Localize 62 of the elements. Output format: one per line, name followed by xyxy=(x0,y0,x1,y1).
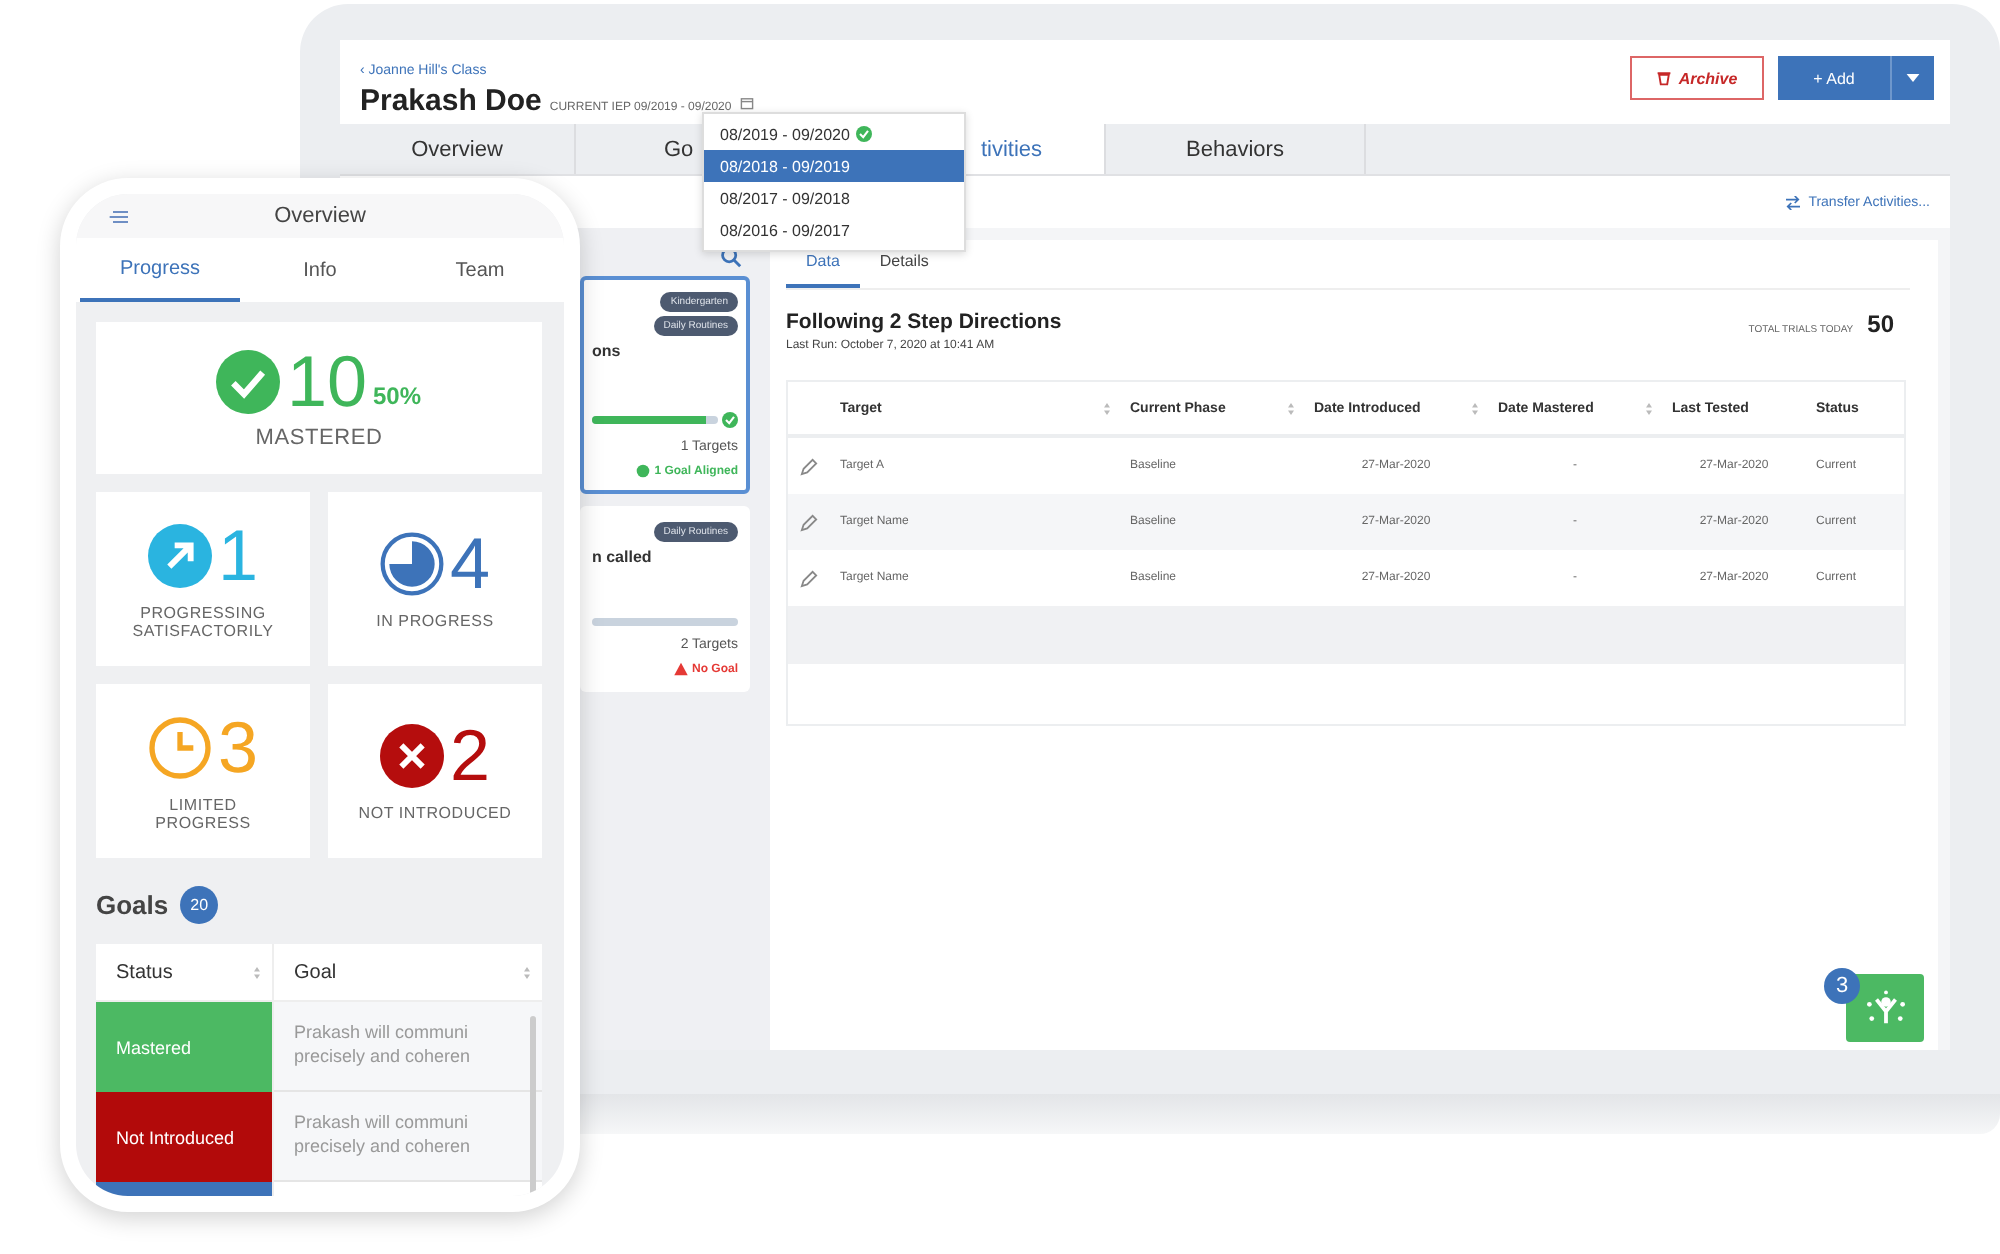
status-dot-icon xyxy=(636,464,651,478)
trash-icon xyxy=(1656,70,1673,86)
student-name: Prakash Doe xyxy=(360,84,542,118)
stat-count: 1 xyxy=(217,519,259,591)
celebration-button[interactable] xyxy=(1846,974,1924,1042)
column-header[interactable]: Goal xyxy=(274,944,542,1000)
stat-count: 3 xyxy=(217,711,259,783)
archive-button[interactable]: Archive xyxy=(1630,56,1764,100)
total-trials-value: 50 xyxy=(1867,310,1894,338)
pencil-icon[interactable] xyxy=(799,513,817,531)
sort-icon[interactable] xyxy=(1288,401,1294,415)
calendar-icon[interactable] xyxy=(739,96,754,110)
stat-count: 2 xyxy=(449,720,491,792)
pencil-icon[interactable] xyxy=(799,569,817,587)
swap-arrows-icon xyxy=(1784,195,1803,209)
dropdown-option[interactable]: 08/2018 - 09/2019 xyxy=(704,150,964,182)
status-cell: Mastered xyxy=(96,1002,274,1092)
dropdown-option[interactable]: 08/2016 - 09/2017 xyxy=(704,214,964,246)
tab[interactable]: Behaviors xyxy=(1106,124,1366,174)
stat-label: IN PROGRESS xyxy=(374,612,496,630)
check-circle-icon xyxy=(216,350,281,414)
stat-label: LIMITED PROGRESS xyxy=(153,795,253,831)
stat-label: NOT INTRODUCED xyxy=(356,804,514,822)
sort-icon[interactable] xyxy=(254,965,260,979)
activity-heading: Following 2 Step Directions xyxy=(786,310,1062,334)
activity-title: n called xyxy=(592,548,654,566)
activity-title: ons xyxy=(592,342,623,360)
tab[interactable]: Progress xyxy=(80,238,240,302)
check-icon xyxy=(722,412,738,428)
goals-heading: Goals xyxy=(96,890,169,920)
sort-icon[interactable] xyxy=(1472,401,1478,415)
stat-percent: 50% xyxy=(373,382,422,410)
stat-label: PROGRESSING SATISFACTORILY xyxy=(130,603,276,639)
tab[interactable]: Team xyxy=(400,238,560,302)
sort-icon[interactable] xyxy=(1104,401,1110,415)
progress-bar xyxy=(592,416,718,424)
add-button[interactable]: + Add xyxy=(1778,56,1890,100)
stat-count: 4 xyxy=(449,528,491,600)
sort-icon[interactable] xyxy=(524,965,530,979)
screen-title: Overview xyxy=(274,204,366,228)
goal-cell: Prakash will communi precisely and coheren xyxy=(274,1002,542,1092)
person-cheering-icon xyxy=(1861,989,1909,1027)
scrollbar[interactable] xyxy=(530,1016,536,1196)
x-circle-icon xyxy=(379,724,444,788)
stat-count: 10 xyxy=(286,346,367,418)
tab[interactable]: Info xyxy=(240,238,400,302)
dropdown-option[interactable]: 08/2017 - 09/2018 xyxy=(704,182,964,214)
warning-icon xyxy=(673,662,688,676)
column-header[interactable]: Status xyxy=(96,944,274,1000)
pencil-icon[interactable] xyxy=(799,457,817,475)
stat-label: MASTERED xyxy=(255,426,383,450)
arrow-circle-icon xyxy=(147,523,212,587)
clock-icon xyxy=(147,715,212,779)
sort-icon[interactable] xyxy=(1646,401,1652,415)
pie-icon xyxy=(379,532,444,596)
add-dropdown-button[interactable] xyxy=(1890,56,1934,100)
status-cell: Not Introduced xyxy=(96,1092,274,1182)
goal-cell: Prakash will communi precisely and coheren xyxy=(274,1092,542,1182)
count-badge: 20 xyxy=(180,886,219,924)
caret-icon xyxy=(1906,74,1920,82)
menu-icon[interactable] xyxy=(108,209,128,223)
tab[interactable]: Overview xyxy=(340,124,576,174)
